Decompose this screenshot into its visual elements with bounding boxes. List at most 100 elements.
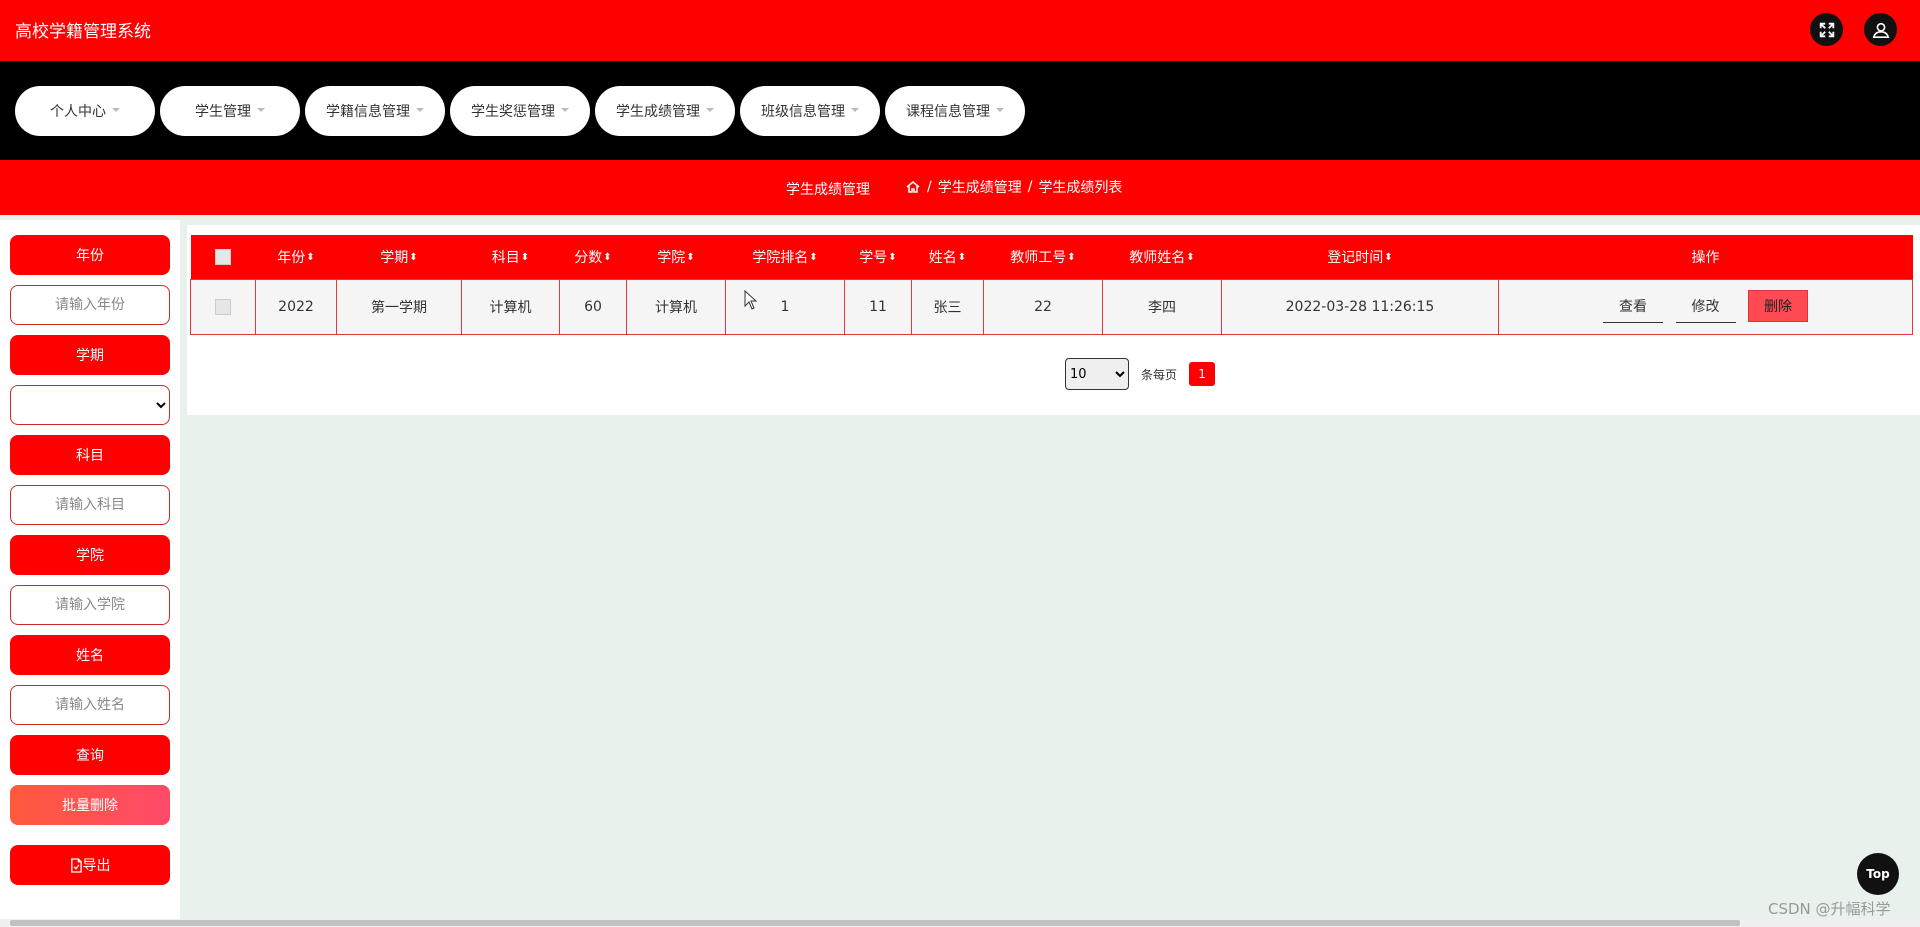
column-label: 年份 [277,249,306,266]
mouse-cursor-icon [744,290,758,310]
column-header[interactable]: 学期⬍ [336,235,462,279]
breadcrumb-bar: 学生成绩管理 / 学生成绩管理 / 学生成绩列表 [0,160,1920,215]
select-all-header[interactable] [190,235,256,279]
expand-icon[interactable] [1810,13,1843,46]
column-label: 科目 [491,249,520,266]
breadcrumb: / 学生成绩管理 / 学生成绩列表 [905,177,1122,197]
name-input[interactable] [10,685,170,725]
sort-icon[interactable]: ⬍ [521,252,529,263]
column-header[interactable]: 登记时间⬍ [1221,235,1499,279]
sort-icon[interactable]: ⬍ [409,252,417,263]
sort-icon[interactable]: ⬍ [888,252,896,263]
row-select-cell[interactable] [190,278,256,335]
page-number-button[interactable]: 1 [1189,362,1216,386]
sort-icon[interactable]: ⬍ [1186,252,1194,263]
edit-button[interactable]: 修改 [1675,291,1736,323]
nav-item-class-mgmt[interactable]: 班级信息管理 [740,86,880,136]
cell-actions: 查看 修改 删除 [1498,278,1913,335]
nav-item-personal-center[interactable]: 个人中心 [15,86,155,136]
caret-down-icon [851,108,859,112]
column-header-actions: 操作 [1498,235,1913,279]
export-button[interactable]: 导出 [10,845,170,885]
column-label: 学号 [859,249,888,266]
user-icon[interactable] [1864,13,1897,46]
main-nav: 个人中心 学生管理 学籍信息管理 学生奖惩管理 学生成绩管理 班级信息管理 课程… [0,61,1920,160]
cell-teacher-name: 李四 [1102,278,1222,335]
sort-icon[interactable]: ⬍ [1067,252,1075,263]
column-label: 教师工号 [1010,249,1067,266]
breadcrumb-separator: / [1027,179,1033,195]
sort-icon[interactable]: ⬍ [958,252,966,263]
breadcrumb-separator: / [927,179,932,195]
nav-label: 学生成绩管理 [616,104,700,120]
term-label: 学期 [10,335,170,375]
nav-label: 学籍信息管理 [326,104,410,120]
sort-icon[interactable]: ⬍ [686,252,694,263]
cell-teacher-no: 22 [983,278,1103,335]
sort-icon[interactable]: ⬍ [809,252,817,263]
export-file-icon [70,857,82,873]
cell-year: 2022 [255,278,337,335]
column-header[interactable]: 学院排名⬍ [725,235,845,279]
sort-icon[interactable]: ⬍ [306,252,314,263]
nav-item-reward-mgmt[interactable]: 学生奖惩管理 [450,86,590,136]
subject-input[interactable] [10,485,170,525]
content-panel: 年份⬍ 学期⬍ 科目⬍ 分数⬍ 学院⬍ 学院排名⬍ 学号⬍ 姓名⬍ 教师工号⬍ … [187,225,1920,415]
nav-item-enrollment-mgmt[interactable]: 学籍信息管理 [305,86,445,136]
column-header[interactable]: 学院⬍ [626,235,726,279]
sort-icon[interactable]: ⬍ [1384,252,1392,263]
nav-label: 课程信息管理 [906,104,990,120]
column-label: 学院排名 [752,249,809,266]
app-title: 高校学籍管理系统 [15,22,151,42]
horizontal-scrollbar[interactable] [0,919,1920,927]
college-input[interactable] [10,585,170,625]
caret-down-icon [416,108,424,112]
column-header[interactable]: 科目⬍ [461,235,560,279]
top-header: 高校学籍管理系统 [0,0,1920,61]
column-header[interactable]: 姓名⬍ [911,235,984,279]
nav-item-course-mgmt[interactable]: 课程信息管理 [885,86,1025,136]
breadcrumb-item[interactable]: 学生成绩管理 [938,177,1022,197]
back-to-top-button[interactable]: Top [1857,853,1899,895]
select-all-checkbox[interactable] [215,248,231,265]
batch-delete-button[interactable]: 批量删除 [10,785,170,825]
nav-label: 学生管理 [195,104,251,120]
nav-label: 学生奖惩管理 [471,104,555,120]
column-label: 登记时间 [1327,249,1384,266]
column-label: 学院 [657,249,686,266]
search-button[interactable]: 查询 [10,735,170,775]
college-label: 学院 [10,535,170,575]
nav-label: 个人中心 [50,104,106,120]
column-header[interactable]: 学号⬍ [844,235,912,279]
watermark: CSDN @升幅科学 [1768,900,1891,918]
row-checkbox[interactable] [215,298,231,315]
year-input[interactable] [10,285,170,325]
filter-panel: 年份 学期 科目 学院 姓名 查询 批量删除 导出 [0,220,180,920]
page-size-select[interactable]: 10 20 50 [1065,358,1129,390]
per-page-label: 条每页 [1141,367,1178,382]
pagination: 10 20 50 条每页 1 [1065,358,1216,390]
cell-term: 第一学期 [336,278,462,335]
column-header[interactable]: 教师姓名⬍ [1102,235,1222,279]
table-row[interactable]: 2022 第一学期 计算机 60 计算机 1 11 张三 22 李四 2022-… [190,278,1913,335]
cell-name: 张三 [911,278,984,335]
nav-item-grade-mgmt[interactable]: 学生成绩管理 [595,86,735,136]
cell-score: 60 [559,278,627,335]
column-header[interactable]: 教师工号⬍ [983,235,1103,279]
column-header[interactable]: 年份⬍ [255,235,337,279]
caret-down-icon [996,108,1004,112]
cell-subject: 计算机 [461,278,560,335]
home-icon[interactable] [905,179,921,195]
sort-icon[interactable]: ⬍ [603,252,611,263]
column-label: 教师姓名 [1129,249,1186,266]
subject-label: 科目 [10,435,170,475]
section-title: 学生成绩管理 [786,182,870,198]
nav-item-student-mgmt[interactable]: 学生管理 [160,86,300,136]
caret-down-icon [112,108,120,112]
term-select[interactable] [10,385,170,425]
scrollbar-thumb[interactable] [10,920,1740,926]
cell-college: 计算机 [626,278,726,335]
view-button[interactable]: 查看 [1603,291,1664,323]
column-header[interactable]: 分数⬍ [559,235,627,279]
delete-button[interactable]: 删除 [1747,290,1808,322]
